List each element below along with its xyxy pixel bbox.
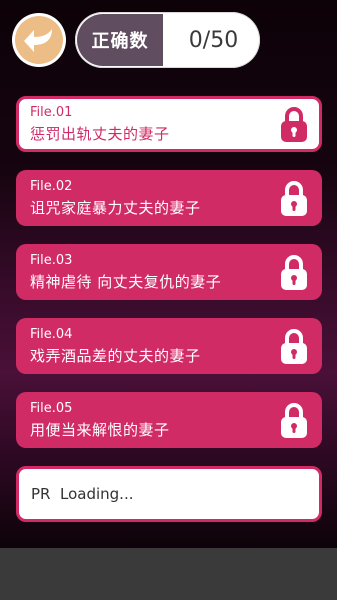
lock-icon xyxy=(281,329,307,364)
lock-icon xyxy=(281,255,307,290)
bottom-bar xyxy=(0,548,337,600)
back-arrow-icon xyxy=(24,29,52,52)
file-number: File.05 xyxy=(30,401,73,416)
score-value: 0/50 xyxy=(188,27,239,53)
file-item-05[interactable]: File.05 用便当来解恨的妻子 xyxy=(16,392,322,448)
back-button-face xyxy=(15,16,63,64)
file-item-04[interactable]: File.04 戏弄酒品差的丈夫的妻子 xyxy=(16,318,322,374)
file-item-03[interactable]: File.03 精神虐待 向丈夫复仇的妻子 xyxy=(16,244,322,300)
file-number: File.01 xyxy=(30,105,73,120)
file-title: 戏弄酒品差的丈夫的妻子 xyxy=(30,347,201,365)
lock-icon xyxy=(281,181,307,216)
promo-loading-banner[interactable]: PR Loading... xyxy=(16,466,322,522)
score-label: 正确数 xyxy=(77,14,163,66)
loading-text: PR Loading... xyxy=(31,485,134,503)
file-title: 诅咒家庭暴力丈夫的妻子 xyxy=(30,199,201,217)
file-title: 精神虐待 向丈夫复仇的妻子 xyxy=(30,273,222,291)
file-item-02[interactable]: File.02 诅咒家庭暴力丈夫的妻子 xyxy=(16,170,322,226)
file-number: File.03 xyxy=(30,253,73,268)
lock-icon xyxy=(281,107,307,142)
score-counter: 正确数 0/50 xyxy=(75,12,260,68)
back-button[interactable] xyxy=(12,13,66,67)
file-title: 用便当来解恨的妻子 xyxy=(30,421,170,439)
lock-icon xyxy=(281,403,307,438)
file-title: 惩罚出轨丈夫的妻子 xyxy=(30,125,170,143)
file-number: File.04 xyxy=(30,327,73,342)
file-item-01[interactable]: File.01 惩罚出轨丈夫的妻子 xyxy=(16,96,322,152)
app-screen: 正确数 0/50 File.01 惩罚出轨丈夫的妻子 File.02 诅咒家庭暴… xyxy=(0,0,337,548)
file-number: File.02 xyxy=(30,179,73,194)
